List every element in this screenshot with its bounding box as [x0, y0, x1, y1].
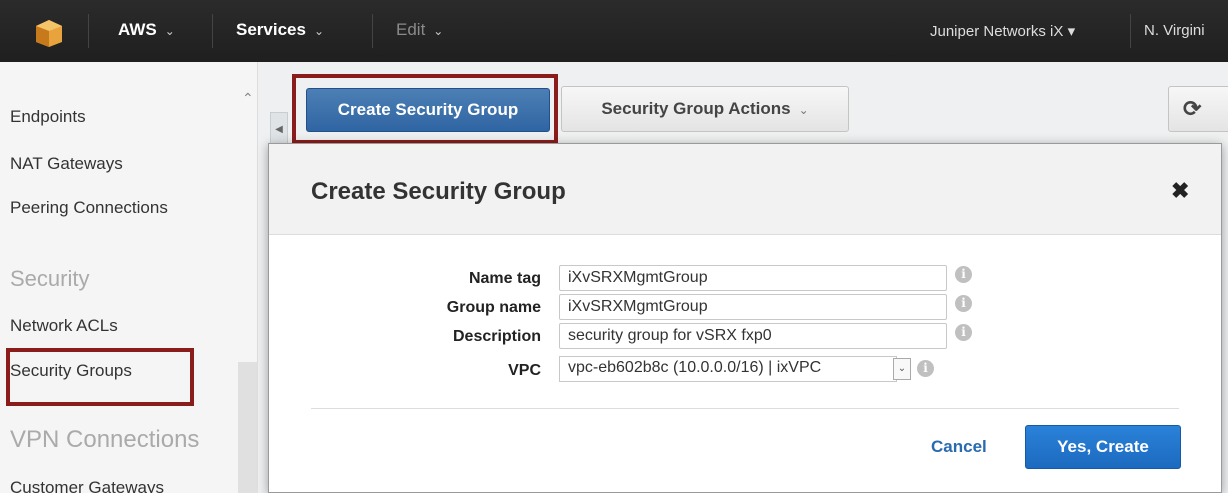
sidebar-item-peering-connections[interactable]: Peering Connections [10, 198, 168, 218]
name-tag-input[interactable] [559, 265, 947, 291]
dialog-title: Create Security Group [311, 178, 566, 205]
security-group-actions-button[interactable]: Security Group Actions ⌄ [561, 86, 849, 132]
yes-create-button[interactable]: Yes, Create [1025, 425, 1181, 469]
region-label: N. Virgini [1144, 22, 1205, 39]
nav-separator [88, 14, 89, 48]
sidebar-item-endpoints[interactable]: Endpoints [10, 107, 86, 127]
aws-cube-icon[interactable] [34, 18, 64, 48]
vpc-select[interactable]: vpc-eb602b8c (10.0.0.0/16) | ixVPC [559, 356, 897, 382]
chevron-down-icon: ⌄ [433, 24, 444, 38]
scroll-up-icon[interactable]: ⌃ [242, 90, 254, 107]
region-menu[interactable]: N. Virgini [1144, 22, 1205, 39]
dialog-header: Create Security Group ✖ [269, 144, 1221, 235]
group-name-label: Group name [446, 299, 541, 316]
highlight-box [292, 74, 558, 144]
vpc-select-value: vpc-eb602b8c (10.0.0.0/16) | ixVPC [568, 359, 822, 376]
caret-down-icon: ▾ [1067, 23, 1076, 40]
info-icon[interactable]: i [955, 295, 972, 312]
sidebar-scrollbar[interactable] [238, 362, 258, 493]
security-group-actions-label: Security Group Actions [601, 99, 791, 118]
close-icon[interactable]: ✖ [1171, 178, 1189, 204]
top-nav-bar: AWS ⌄ Services ⌄ Edit ⌄ Juniper Networks iX… [0, 0, 1228, 62]
nav-separator [212, 14, 213, 48]
nav-separator [1130, 14, 1131, 48]
info-icon[interactable]: i [955, 266, 972, 283]
aws-menu[interactable]: AWS ⌄ [118, 20, 175, 40]
chevron-down-icon: ⌄ [164, 24, 175, 38]
sidebar-item-network-acls[interactable]: Network ACLs [10, 316, 118, 336]
aws-menu-label: AWS [118, 20, 157, 39]
chevron-down-icon: ⌄ [313, 24, 325, 38]
info-icon[interactable]: i [955, 324, 972, 341]
info-icon[interactable]: i [917, 360, 934, 377]
account-label: Juniper Networks iX [930, 23, 1064, 40]
chevron-down-icon: ⌄ [798, 103, 809, 117]
description-input[interactable] [559, 323, 947, 349]
dialog-divider [311, 408, 1179, 409]
sidebar-section-vpn: VPN Connections [10, 426, 200, 453]
highlight-box [6, 348, 194, 406]
services-menu-label: Services [236, 20, 306, 39]
sidebar-item-nat-gateways[interactable]: NAT Gateways [10, 154, 123, 174]
caret-left-icon: ◀ [275, 124, 283, 135]
refresh-icon: ⟳ [1183, 96, 1202, 121]
edit-menu[interactable]: Edit ⌄ [396, 20, 443, 40]
cancel-button[interactable]: Cancel [931, 437, 987, 457]
nav-separator [372, 14, 373, 48]
name-tag-label: Name tag [468, 270, 541, 287]
group-name-input[interactable] [559, 294, 947, 320]
chevron-down-icon[interactable]: ⌄ [893, 358, 911, 380]
description-label: Description [452, 328, 541, 345]
sidebar-section-security: Security [10, 266, 90, 291]
account-menu[interactable]: Juniper Networks iX ▾ [930, 22, 1075, 40]
edit-menu-label: Edit [396, 20, 426, 39]
vpc-label: VPC [508, 362, 541, 379]
sidebar-item-customer-gateways[interactable]: Customer Gateways [10, 478, 164, 493]
refresh-button[interactable]: ⟳ [1168, 86, 1228, 132]
create-security-group-dialog: Create Security Group ✖ Name tag i Group… [268, 143, 1222, 493]
services-menu[interactable]: Services ⌄ [236, 20, 324, 40]
